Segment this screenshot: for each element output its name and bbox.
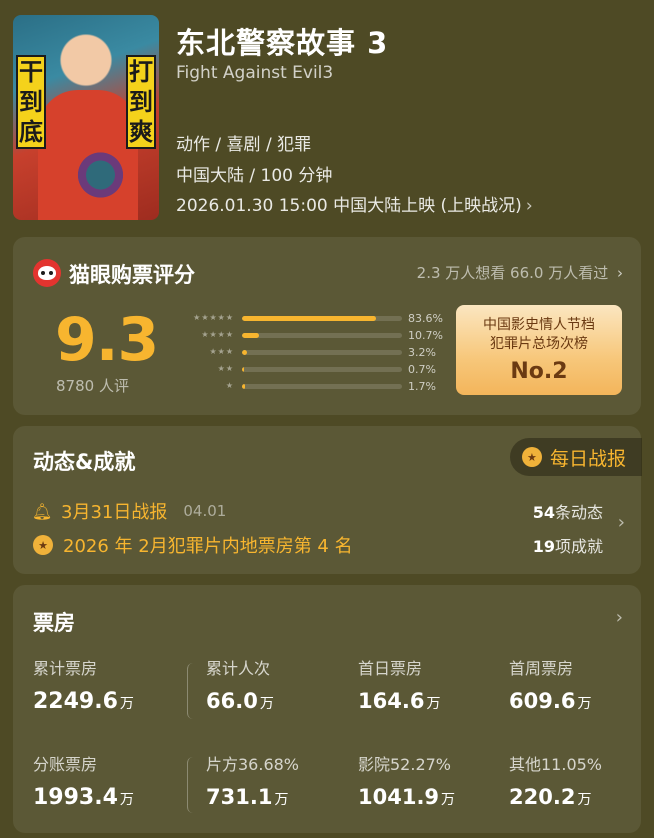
poster-slogan-left: 干到底 xyxy=(16,55,46,149)
stat-producer-share: 片方36.68% 731.1 万 xyxy=(206,755,300,809)
want-watch-link[interactable]: 2.3 万人想看 66.0 万人看过 › xyxy=(417,262,623,283)
rating-percent: 1.7% xyxy=(408,380,436,393)
dynamics-title: 动态&成就 xyxy=(33,450,136,474)
rating-title: 猫眼购票评分 xyxy=(69,263,195,287)
stat-cumulative-box: 累计票房 2249.6 万 xyxy=(33,659,134,714)
ranking-badge[interactable]: 中国影史情人节档 犯罪片总场次榜 No.2 xyxy=(456,305,622,395)
stat-first-day: 首日票房 164.6 万 xyxy=(358,659,441,713)
chevron-right-icon[interactable]: › xyxy=(618,512,625,533)
rating-row-4: ★★★★ 10.7% xyxy=(176,328,446,345)
movie-poster[interactable]: 干到底 打到爽 xyxy=(13,15,159,220)
stat-other-share: 其他11.05% 220.2 万 xyxy=(509,755,603,809)
rating-percent: 0.7% xyxy=(408,363,436,376)
star-icons: ★★ xyxy=(217,364,234,373)
star-icons: ★★★★★ xyxy=(193,313,234,322)
rating-row-3: ★★★ 3.2% xyxy=(176,345,446,362)
dynamics-card[interactable]: 动态&成就 ★ 每日战报 🔔︎ 3月31日战报 04.01 ★ 2026 年 2… xyxy=(13,426,642,574)
movie-english-title: Fight Against Evil3 xyxy=(176,63,334,83)
star-icons: ★★★★ xyxy=(201,330,234,339)
daily-report-label: 每日战报 xyxy=(549,447,626,470)
box-office-title: 票房 xyxy=(33,611,75,635)
rating-row-2: ★★ 0.7% xyxy=(176,362,446,379)
box-office-card[interactable]: 票房 › 累计票房 2249.6 万 累计人次 66.0 万 首日票房 164.6 万… xyxy=(13,585,641,833)
medal-icon: ★ xyxy=(521,447,542,467)
poster-pattern xyxy=(73,145,128,205)
movie-release-link[interactable]: 2026.01.30 15:00 中国大陆上映 (上映战况) › xyxy=(176,191,533,216)
movie-genres: 动作 / 喜剧 / 犯罪 xyxy=(176,135,312,155)
rating-percent: 83.6% xyxy=(408,312,443,325)
movie-region-duration: 中国大陆 / 100 分钟 xyxy=(176,166,333,186)
star-icons: ★ xyxy=(225,381,234,390)
stat-first-week: 首周票房 609.6 万 xyxy=(509,659,592,713)
dynamics-item-report[interactable]: 🔔︎ 3月31日战报 04.01 xyxy=(31,498,227,524)
rating-bar-fill xyxy=(242,384,245,389)
dynamics-count: 54条动态 xyxy=(532,503,603,522)
daily-report-button[interactable]: ★ 每日战报 xyxy=(509,438,642,476)
report-text: 3月31日战报 xyxy=(61,502,168,523)
divider xyxy=(187,757,193,813)
chevron-right-icon: › xyxy=(525,196,533,216)
ranking-line2: 犯罪片总场次榜 xyxy=(490,336,588,352)
bell-icon: 🔔︎ xyxy=(31,501,53,521)
stat-cinema-share: 影院52.27% 1041.9 万 xyxy=(358,755,456,809)
rating-count: 8780 人评 xyxy=(56,377,129,395)
divider xyxy=(187,663,193,719)
report-date: 04.01 xyxy=(183,502,227,520)
ranking-line1: 中国影史情人节档 xyxy=(483,317,595,333)
ranking-number: No.2 xyxy=(510,359,568,384)
movie-title: 东北警察故事 3 xyxy=(176,26,389,60)
dynamics-item-achievement[interactable]: ★ 2026 年 2月犯罪片内地票房第 4 名 xyxy=(33,532,353,558)
rating-score: 9.3 xyxy=(55,305,159,375)
rating-row-5: ★★★★★ 83.6% xyxy=(176,311,446,328)
maoyan-cat-icon xyxy=(33,259,61,287)
rating-bar-fill xyxy=(242,333,260,338)
rating-bar-fill xyxy=(242,316,376,321)
achievement-text: 2026 年 2月犯罪片内地票房第 4 名 xyxy=(63,536,353,557)
rating-bar-fill xyxy=(242,350,248,355)
rating-percent: 10.7% xyxy=(408,329,443,342)
stat-cumulative-viewers: 累计人次 66.0 万 xyxy=(206,659,274,713)
chevron-right-icon[interactable]: › xyxy=(616,607,623,628)
movie-detail-page: 干到底 打到爽 东北警察故事 3 Fight Against Evil3 动作 … xyxy=(0,0,654,838)
release-text: 2026.01.30 15:00 中国大陆上映 (上映战况) xyxy=(176,196,522,216)
rating-card: 猫眼购票评分 2.3 万人想看 66.0 万人看过 › 9.3 8780 人评 … xyxy=(13,237,641,415)
rating-row-1: ★ 1.7% xyxy=(176,379,446,396)
stat-split-box: 分账票房 1993.4 万 xyxy=(33,755,134,810)
medal-icon: ★ xyxy=(33,535,53,555)
poster-slogan-right: 打到爽 xyxy=(126,55,156,149)
rating-bar-fill xyxy=(242,367,245,372)
want-watch-text: 2.3 万人想看 66.0 万人看过 xyxy=(416,264,609,282)
rating-distribution: ★★★★★ 83.6% ★★★★ 10.7% ★★★ 3.2% ★★ 0.7% … xyxy=(176,311,446,396)
achievements-count: 19项成就 xyxy=(532,537,603,556)
star-icons: ★★★ xyxy=(209,347,234,356)
chevron-right-icon: › xyxy=(617,264,623,282)
rating-percent: 3.2% xyxy=(408,346,436,359)
